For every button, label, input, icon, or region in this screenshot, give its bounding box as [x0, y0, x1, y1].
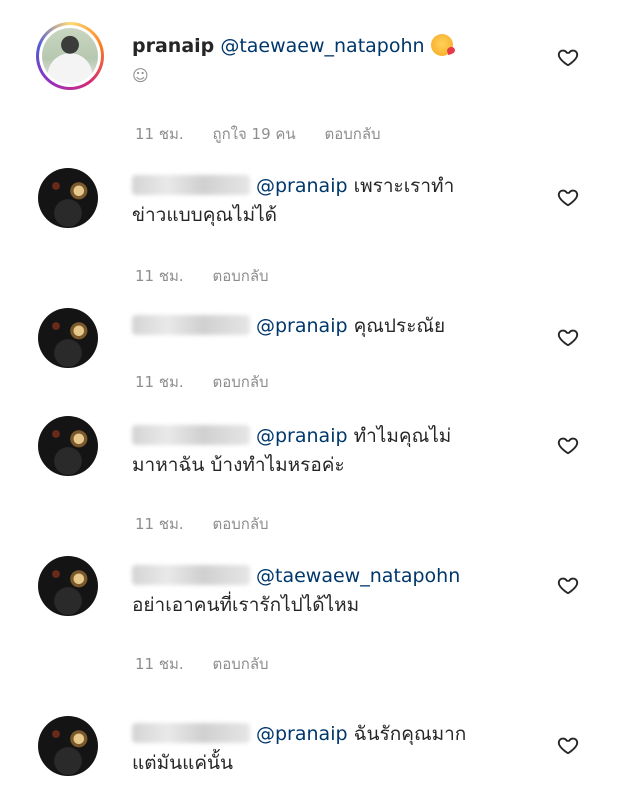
avatar[interactable] [38, 168, 98, 228]
comment-body: ทำไมคุณไม่ [353, 425, 452, 447]
comment-body: คุณประณัย [353, 315, 446, 337]
comment-meta: 11 ชม. ตอบกลับ [135, 512, 293, 536]
blurred-username [132, 315, 250, 335]
comment-body: เพราะเราทำ [353, 175, 455, 197]
blurred-username [132, 723, 250, 743]
comment-text: @pranaip ทำไมคุณไม่ มาหาฉัน บ้างทำไมหรอค… [132, 422, 532, 480]
mention-link[interactable]: @taewaew_natapohn [256, 565, 460, 587]
timestamp: 11 ชม. [135, 267, 184, 285]
heart-icon[interactable] [557, 434, 579, 456]
timestamp: 11 ชม. [135, 373, 184, 391]
heart-icon[interactable] [557, 734, 579, 756]
timestamp: 11 ชม. [135, 515, 184, 533]
heart-icon[interactable] [557, 574, 579, 596]
comment-meta: 11 ชม. ถูกใจ 19 คน ตอบกลับ [135, 122, 405, 146]
comment-body-line2: มาหาฉัน บ้างทำไมหรอค่ะ [132, 454, 345, 476]
mention-link[interactable]: @pranaip [256, 425, 348, 447]
mention-link[interactable]: @pranaip [256, 723, 348, 745]
heart-icon[interactable] [557, 46, 579, 68]
avatar[interactable] [38, 716, 98, 776]
timestamp: 11 ชม. [135, 125, 184, 143]
comment-text: @taewaew_natapohn อย่าเอาคนที่เรารักไปได… [132, 562, 532, 620]
blurred-username [132, 175, 250, 195]
reply-button[interactable]: ตอบกลับ [324, 125, 380, 143]
reply-button[interactable]: ตอบกลับ [212, 267, 268, 285]
comment-body-line2: ข่าวแบบคุณไม่ได้ [132, 204, 278, 226]
timestamp: 11 ชม. [135, 655, 184, 673]
mention-link[interactable]: @pranaip [256, 315, 348, 337]
avatar[interactable] [38, 308, 98, 368]
comment-text: pranaip @taewaew_natapohn ☺ [132, 32, 532, 90]
comment-text: @pranaip คุณประณัย [132, 312, 532, 341]
comment-body-line2: อย่าเอาคนที่เรารักไปได้ไหม [132, 594, 360, 616]
smile-emoji: ☺ [132, 66, 149, 85]
kissing-face-emoji-icon [430, 34, 453, 56]
heart-icon[interactable] [557, 326, 579, 348]
reply-button[interactable]: ตอบกลับ [212, 373, 268, 391]
heart-icon[interactable] [557, 186, 579, 208]
username[interactable]: pranaip [132, 35, 214, 57]
comment-meta: 11 ชม. ตอบกลับ [135, 652, 293, 676]
comment-meta: 11 ชม. ตอบกลับ [135, 370, 293, 394]
comment-meta: 11 ชม. ตอบกลับ [135, 264, 293, 288]
mention-link[interactable]: @taewaew_natapohn [220, 35, 424, 57]
blurred-username [132, 425, 250, 445]
comment-body-line2: แต่มันแค่นั้น [132, 752, 234, 774]
comment-text: @pranaip เพราะเราทำ ข่าวแบบคุณไม่ได้ [132, 172, 532, 230]
mention-link[interactable]: @pranaip [256, 175, 348, 197]
reply-button[interactable]: ตอบกลับ [212, 515, 268, 533]
avatar[interactable] [36, 22, 104, 90]
avatar[interactable] [38, 416, 98, 476]
avatar[interactable] [38, 556, 98, 616]
blurred-username [132, 565, 250, 585]
likes-count[interactable]: ถูกใจ 19 คน [212, 125, 295, 143]
reply-button[interactable]: ตอบกลับ [212, 655, 268, 673]
comment-text: @pranaip ฉันรักคุณมาก แต่มันแค่นั้น [132, 720, 532, 778]
comment-body: ฉันรักคุณมาก [353, 723, 467, 745]
